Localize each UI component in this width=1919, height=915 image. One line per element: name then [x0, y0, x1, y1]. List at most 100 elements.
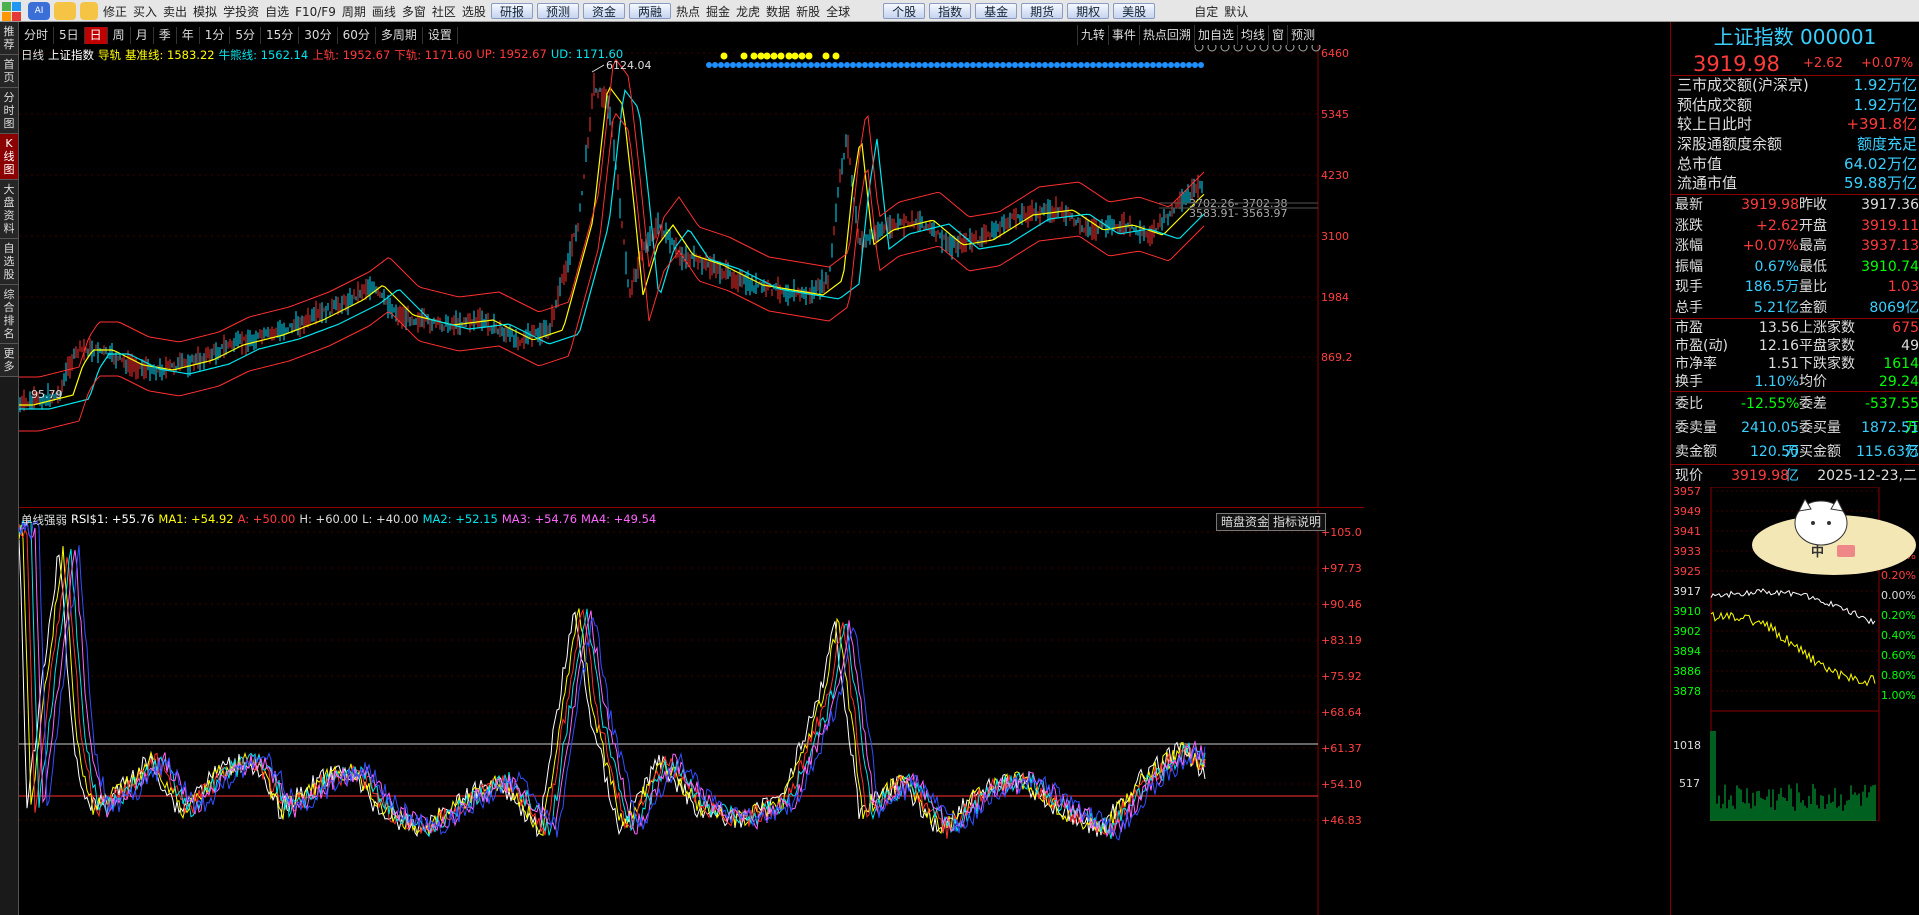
event-dot[interactable] — [808, 62, 814, 68]
period-tab-13[interactable]: 设置 — [423, 26, 458, 44]
toolbar-buttons2-0[interactable]: 研报 — [490, 3, 533, 19]
event-dot[interactable] — [1180, 62, 1186, 68]
toolbar-buttons-5[interactable]: 自选 — [262, 2, 292, 22]
event-dot[interactable] — [994, 62, 1000, 68]
event-dot[interactable] — [742, 62, 748, 68]
signal-dot[interactable] — [740, 52, 748, 60]
event-dot[interactable] — [910, 62, 916, 68]
event-dot[interactable] — [958, 62, 964, 68]
period-tab-3[interactable]: 周 — [108, 26, 131, 44]
chart-tool-icon[interactable] — [1233, 45, 1243, 52]
toolbar-buttons5-0[interactable]: 自定 — [1191, 2, 1221, 22]
kline-chart[interactable]: 6460 5345 4230 3100 1984 869.2 6124.04 95.79 370… — [19, 45, 1364, 508]
sidebar-item-1[interactable]: 首页 — [0, 55, 18, 88]
period-tab-0[interactable]: 分时 — [19, 26, 55, 44]
event-dot[interactable] — [988, 62, 994, 68]
event-dot[interactable] — [1048, 62, 1054, 68]
toolbar-buttons2-2[interactable]: 资金 — [582, 3, 625, 19]
event-dot[interactable] — [832, 62, 838, 68]
ai-icon[interactable]: AI — [28, 2, 50, 20]
signal-dot[interactable] — [757, 52, 765, 60]
event-dot[interactable] — [856, 62, 862, 68]
event-dot[interactable] — [892, 62, 898, 68]
event-dot[interactable] — [970, 62, 976, 68]
period-tab-4[interactable]: 月 — [131, 26, 154, 44]
signal-dot[interactable] — [720, 52, 728, 60]
event-dot[interactable] — [712, 62, 718, 68]
sidebar-item-6[interactable]: 综合排名 — [0, 285, 18, 344]
chart-tab-3[interactable]: 加自选 — [1193, 25, 1237, 45]
toolbar-buttons4-2[interactable]: 基金 — [975, 3, 1018, 19]
down-arrow-icon[interactable] — [80, 2, 98, 20]
event-dot[interactable] — [1150, 62, 1156, 68]
event-dot[interactable] — [778, 62, 784, 68]
dark-pool-button[interactable]: 暗盘资金 — [1216, 513, 1275, 531]
event-dot[interactable] — [1036, 62, 1042, 68]
event-dot[interactable] — [736, 62, 742, 68]
period-tab-6[interactable]: 年 — [177, 26, 200, 44]
event-dot[interactable] — [922, 62, 928, 68]
event-dot[interactable] — [862, 62, 868, 68]
signal-dot[interactable] — [777, 52, 785, 60]
event-dot[interactable] — [976, 62, 982, 68]
event-dot[interactable] — [868, 62, 874, 68]
signal-dot[interactable] — [750, 52, 758, 60]
period-tab-12[interactable]: 多周期 — [376, 26, 423, 44]
event-dot[interactable] — [1012, 62, 1018, 68]
toolbar-buttons4-3[interactable]: 期货 — [1021, 3, 1064, 19]
event-dot[interactable] — [880, 62, 886, 68]
event-dot[interactable] — [1090, 62, 1096, 68]
signal-dot[interactable] — [832, 52, 840, 60]
event-dot[interactable] — [802, 62, 808, 68]
event-dot[interactable] — [1054, 62, 1060, 68]
signal-dot[interactable] — [763, 52, 771, 60]
event-dot[interactable] — [1006, 62, 1012, 68]
event-dot[interactable] — [1066, 62, 1072, 68]
toolbar-buttons4-5[interactable]: 美股 — [1113, 3, 1156, 19]
event-dot[interactable] — [706, 62, 712, 68]
chart-tool-icon[interactable] — [1207, 45, 1217, 52]
chart-tab-4[interactable]: 均线 — [1236, 25, 1268, 45]
signal-dot[interactable] — [785, 52, 793, 60]
event-dot[interactable] — [904, 62, 910, 68]
event-dot[interactable] — [850, 62, 856, 68]
event-dot[interactable] — [1000, 62, 1006, 68]
toolbar-buttons-11[interactable]: 选股 — [459, 2, 489, 22]
event-dot[interactable] — [982, 62, 988, 68]
event-dot[interactable] — [1096, 62, 1102, 68]
toolbar-buttons3-4[interactable]: 新股 — [793, 2, 823, 22]
sidebar-item-0[interactable]: 推荐 — [0, 22, 18, 55]
period-tab-1[interactable]: 5日 — [54, 26, 85, 44]
signal-dot[interactable] — [770, 52, 778, 60]
event-dot[interactable] — [784, 62, 790, 68]
signal-dot[interactable] — [798, 52, 806, 60]
event-dot[interactable] — [1030, 62, 1036, 68]
app-logo-icon[interactable] — [2, 2, 24, 22]
event-dot[interactable] — [760, 62, 766, 68]
toolbar-buttons5-1[interactable]: 默认 — [1221, 2, 1251, 22]
event-dot[interactable] — [790, 62, 796, 68]
event-dot[interactable] — [1198, 62, 1204, 68]
event-dot[interactable] — [1108, 62, 1114, 68]
sidebar-item-2[interactable]: 分时图 — [0, 88, 18, 134]
toolbar-buttons-2[interactable]: 卖出 — [160, 2, 190, 22]
event-dot[interactable] — [1018, 62, 1024, 68]
toolbar-buttons3-1[interactable]: 掘金 — [703, 2, 733, 22]
toolbar-buttons2-1[interactable]: 预测 — [536, 3, 579, 19]
event-dot[interactable] — [874, 62, 880, 68]
chart-tab-0[interactable]: 九转 — [1076, 25, 1108, 45]
rsi-chart[interactable]: +105.0 +97.73 +90.46 +83.19 +75.92 +68.64 +61.… — [19, 510, 1364, 915]
event-dot[interactable] — [1060, 62, 1066, 68]
event-dot[interactable] — [814, 62, 820, 68]
chart-tool-icon[interactable] — [1285, 45, 1295, 52]
event-dot[interactable] — [1192, 62, 1198, 68]
event-dot[interactable] — [754, 62, 760, 68]
period-tab-7[interactable]: 1分 — [200, 26, 231, 44]
event-dot[interactable] — [1102, 62, 1108, 68]
chart-tool-icon[interactable] — [1246, 45, 1256, 52]
chart-tool-icon[interactable] — [1311, 45, 1321, 52]
event-dot[interactable] — [928, 62, 934, 68]
event-dot[interactable] — [886, 62, 892, 68]
sidebar-item-4[interactable]: 大盘资料 — [0, 180, 18, 239]
sidebar-item-3[interactable]: K线图 — [0, 134, 18, 180]
